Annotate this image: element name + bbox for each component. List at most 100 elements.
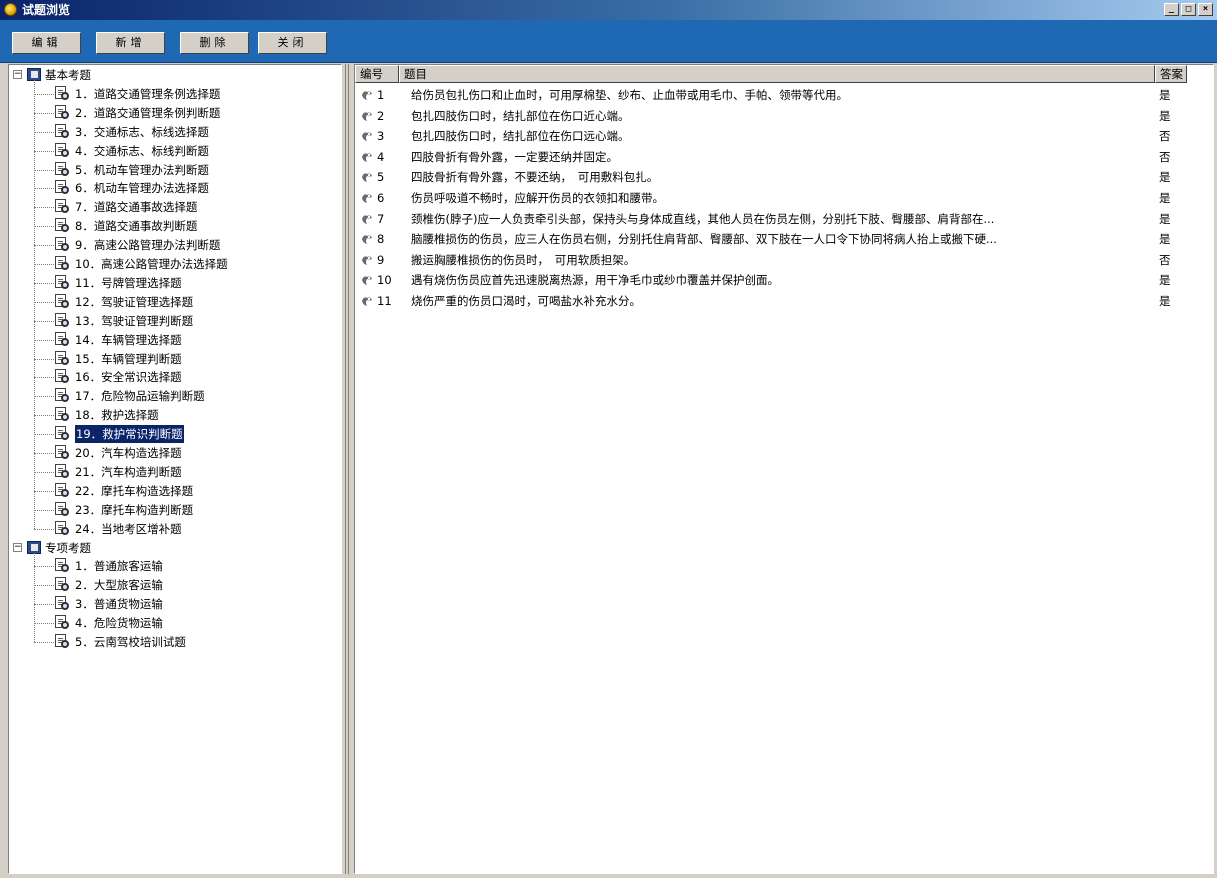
tree-item[interactable]: 11．号牌管理选择题 [9,274,339,292]
table-row[interactable]: 10 遇有烧伤伤员应首先迅速脱离热源，用干净毛巾或纱巾覆盖并保护创面。 是 [355,271,1213,289]
tree-connector [34,188,54,190]
tree-item-label: 7．道路交通事故选择题 [75,200,198,215]
document-search-icon [55,199,70,214]
tree-item-label: 11．号牌管理选择题 [75,275,182,290]
tree-item[interactable]: 19．救护常识判断题 [9,424,339,445]
tree-item[interactable]: 3．交通标志、标线选择题 [9,123,339,141]
tree-item[interactable]: 22．摩托车构造选择题 [9,482,339,500]
close-window-button[interactable]: × [1198,3,1213,16]
table-row[interactable]: 9 搬运胸腰椎损伤的伤员时， 可用软质担架。 否 [355,251,1213,269]
tree-connector [34,339,54,341]
tree-item[interactable]: 2．道路交通管理条例判断题 [9,104,339,122]
tree-item-label: 4．交通标志、标线判断题 [75,143,209,158]
table-row[interactable]: 11 烧伤严重的伤员口渴时，可喝盐水补充水分。 是 [355,292,1213,310]
answer-cell: 否 [1159,129,1171,144]
tree-item[interactable]: 7．道路交通事故选择题 [9,198,339,216]
tree-item[interactable]: 14．车辆管理选择题 [9,331,339,349]
expand-collapse-icon[interactable]: − [13,70,22,79]
tree-item[interactable]: 21．汽车构造判断题 [9,463,339,481]
document-search-icon [55,501,70,517]
question-text: 搬运胸腰椎损伤的伤员时， 可用软质担架。 [411,252,636,267]
pane-splitter[interactable] [342,64,352,874]
tree-item[interactable]: 10．高速公路管理办法选择题 [9,255,339,273]
tree-item[interactable]: 1．道路交通管理条例选择题 [9,85,339,103]
tree-item-label: 8．道路交通事故判断题 [75,219,198,234]
document-search-icon [55,407,70,422]
table-row[interactable]: 5 四肢骨折有骨外露，不要还纳， 可用敷料包扎。 是 [355,168,1213,186]
tree-item[interactable]: 12．驾驶证管理选择题 [9,293,339,311]
edit-button[interactable]: 编辑 [12,32,81,54]
tree-connector [34,301,54,303]
tree-group[interactable]: − 基本考题 [9,66,339,84]
tree-item[interactable]: 5．云南驾校培训试题 [9,633,339,651]
tree-item-label: 3．普通货物运输 [75,597,163,612]
question-text: 颈椎伤(脖子)应一人负责牵引头部，保持头与身体成直线，其他人员在伤员左侧，分别托… [411,211,995,226]
tree-item[interactable]: 3．普通货物运输 [9,595,339,613]
question-list: 编号 题目 答案 1 给伤员包扎伤口和止血时，可用厚棉垫、纱布、止血带或用毛巾、手… [354,64,1214,874]
tree-item-label: 13．驾驶证管理判断题 [75,313,194,328]
category-tree[interactable]: − 基本考题 1．道路交通管理条例选择题 2．道路交通管理条例判断题 3．交通标志、标线… [8,64,342,874]
document-search-icon [55,558,70,573]
tree-connector [34,471,54,473]
table-row[interactable]: 8 脑腰椎损伤的伤员，应三人在伤员右侧，分别托住肩背部、臀腰部、双下肢在一人口令下… [355,230,1213,248]
tree-item[interactable]: 20．汽车构造选择题 [9,444,339,462]
answer-cell: 是 [1159,88,1171,102]
maximize-button[interactable]: □ [1181,3,1196,16]
tree-item[interactable]: 24．当地考区增补题 [9,520,339,538]
question-text: 伤员呼吸道不畅时，应解开伤员的衣领扣和腰带。 [411,191,664,205]
table-row[interactable]: 1 给伤员包扎伤口和止血时，可用厚棉垫、纱布、止血带或用毛巾、手帕、领带等代用。 是 [355,86,1213,104]
tree-item[interactable]: 9．高速公路管理办法判断题 [9,236,339,254]
column-header-question[interactable]: 题目 [399,65,1155,83]
tree-connector [34,169,54,171]
document-search-icon [55,104,70,120]
table-row[interactable]: 4 四肢骨折有骨外露，一定要还纳并固定。 否 [355,148,1213,166]
tree-item[interactable]: 15．车辆管理判断题 [9,350,339,368]
question-icon [362,297,372,306]
answer-cell: 否 [1159,252,1171,267]
tree-item[interactable]: 1．普通旅客运输 [9,557,339,575]
question-icon [362,235,372,245]
tree-item[interactable]: 13．驾驶证管理判断题 [9,312,339,330]
expand-collapse-icon[interactable]: − [13,542,22,552]
document-search-icon [55,142,70,158]
column-header-id[interactable]: 编号 [355,65,399,83]
tree-connector [34,415,54,417]
tree-item-label: 12．驾驶证管理选择题 [75,294,194,309]
tree-connector [34,490,54,492]
tree-item[interactable]: 2．大型旅客运输 [9,576,339,594]
question-id: 3 [377,129,385,144]
document-search-icon [55,85,70,101]
add-button[interactable]: 新增 [96,32,165,54]
tree-item[interactable]: 6．机动车管理办法选择题 [9,179,339,197]
list-header: 编号 题目 答案 [355,65,1213,83]
question-text: 烧伤严重的伤员口渴时，可喝盐水补充水分。 [411,294,641,308]
tree-item[interactable]: 17．危险物品运输判断题 [9,387,339,405]
tree-connector [34,207,54,209]
tree-item-label: 17．危险物品运输判断题 [75,389,205,404]
close-button[interactable]: 关闭 [258,32,327,54]
tree-item[interactable]: 18．救护选择题 [9,406,339,424]
table-row[interactable]: 3 包扎四肢伤口时，结扎部位在伤口远心端。 否 [355,127,1213,145]
question-icon [362,132,372,142]
table-row[interactable]: 6 伤员呼吸道不畅时，应解开伤员的衣领扣和腰带。 是 [355,189,1213,207]
document-search-icon [55,161,70,177]
tree-item[interactable]: 16．安全常识选择题 [9,368,339,386]
minimize-button[interactable]: _ [1164,3,1179,16]
table-row[interactable]: 7 颈椎伤(脖子)应一人负责牵引头部，保持头与身体成直线，其他人员在伤员左侧，分别… [355,210,1213,228]
question-id: 10 [377,273,392,288]
tree-item-label: 2．大型旅客运输 [75,578,163,593]
tree-group[interactable]: − 专项考题 [9,539,339,557]
question-id: 2 [377,108,385,123]
table-row[interactable]: 2 包扎四肢伤口时，结扎部位在伤口近心端。 是 [355,107,1213,125]
question-id: 11 [377,294,392,308]
delete-button[interactable]: 删除 [180,32,249,54]
tree-item[interactable]: 23．摩托车构造判断题 [9,501,339,519]
column-header-answer[interactable]: 答案 [1155,65,1187,83]
answer-cell: 是 [1159,108,1171,123]
tree-item[interactable]: 4．交通标志、标线判断题 [9,142,339,160]
tree-item[interactable]: 8．道路交通事故判断题 [9,217,339,235]
tree-item[interactable]: 4．危险货物运输 [9,614,339,632]
document-search-icon [55,463,70,479]
tree-connector [34,93,54,95]
tree-item[interactable]: 5．机动车管理办法判断题 [9,161,339,179]
